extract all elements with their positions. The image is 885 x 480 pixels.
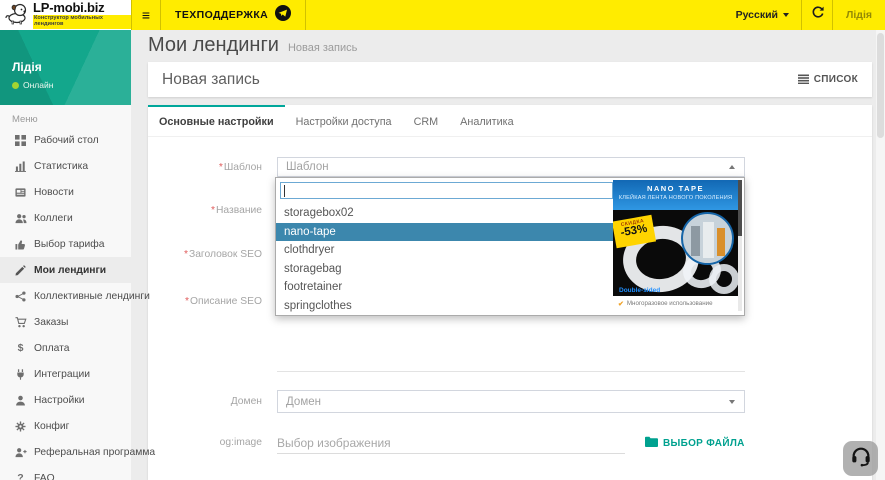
gear-icon	[13, 421, 28, 432]
online-status-dot	[12, 82, 19, 89]
breadcrumb: Новая запись	[288, 42, 357, 54]
text-cursor	[284, 185, 285, 197]
seo-title-field-label: *Заголовок SEO	[148, 249, 262, 260]
language-selector[interactable]: Русский	[724, 0, 801, 30]
sidebar-toggle-button[interactable]: ≡	[132, 0, 160, 30]
topbar-username[interactable]: Лідія	[833, 0, 885, 30]
template-option[interactable]: storagebox02	[276, 204, 613, 223]
sidebar-item-payment[interactable]: $ Оплата	[0, 335, 131, 361]
template-option[interactable]: clothdryer	[276, 241, 613, 260]
template-option[interactable]: springclothes	[276, 297, 613, 315]
page-scrollbar-thumb[interactable]	[877, 33, 884, 138]
template-preview-image: NANO TAPE КЛЕЙКАЯ ЛЕНТА НОВОГО ПОКОЛЕНИЯ	[613, 180, 738, 311]
dashboard-icon	[13, 135, 28, 146]
sidebar-user-name: Лідія	[12, 60, 131, 74]
support-label: ТЕХПОДДЕРЖКА	[175, 9, 268, 21]
folder-icon	[645, 434, 658, 452]
plug-icon	[13, 369, 28, 380]
online-status-label: Онлайн	[23, 80, 53, 90]
ogimage-field-label: og:image	[148, 437, 262, 448]
logo[interactable]: LP-mobi.biz Конструктор мобильных лендин…	[0, 0, 131, 30]
template-option[interactable]: footretainer	[276, 278, 613, 297]
ogimage-input[interactable]: Выбор изображения	[277, 432, 625, 454]
record-form-card: Основные настройки Настройки доступа CRM…	[148, 105, 872, 480]
preview-feature-text: Многоразовое использование	[627, 300, 713, 307]
preview-scrollbar-thumb[interactable]	[738, 180, 742, 236]
choose-file-button[interactable]: ВЫБОР ФАЙЛА	[645, 434, 745, 452]
caret-up-icon	[729, 165, 735, 169]
template-preview: NANO TAPE КЛЕЙКАЯ ЛЕНТА НОВОГО ПОКОЛЕНИЯ	[613, 180, 742, 311]
sidebar-item-colleagues[interactable]: Коллеги	[0, 205, 131, 231]
person-plus-icon	[13, 447, 28, 458]
stats-icon	[13, 161, 28, 172]
logo-subtitle: Конструктор мобильных лендингов	[33, 15, 131, 28]
sidebar-item-dashboard[interactable]: Рабочий стол	[0, 127, 131, 153]
refresh-button[interactable]	[802, 0, 832, 30]
template-option-list: storagebox02 nano-tape clothdryer storag…	[276, 204, 613, 315]
page-header: Мои лендинги Новая запись	[148, 34, 357, 57]
dollar-icon: $	[13, 342, 28, 354]
headset-icon	[850, 445, 872, 472]
person-icon	[13, 395, 28, 406]
sidebar-item-settings[interactable]: Настройки	[0, 387, 131, 413]
list-icon	[798, 71, 809, 89]
preview-product-subtitle: КЛЕЙКАЯ ЛЕНТА НОВОГО ПОКОЛЕНИЯ	[613, 195, 738, 201]
chevron-down-icon	[783, 13, 789, 17]
name-field-label: *Название	[148, 205, 262, 216]
seo-description-input-underline[interactable]	[277, 371, 745, 372]
template-field-label: *Шаблон	[148, 162, 262, 173]
template-dropdown-panel: storagebox02 nano-tape clothdryer storag…	[275, 177, 745, 316]
sidebar-item-news[interactable]: Новости	[0, 179, 131, 205]
share-icon	[13, 291, 28, 302]
record-title: Новая запись	[162, 71, 260, 89]
preview-scrollbar[interactable]	[738, 180, 742, 311]
pencil-icon	[13, 265, 28, 276]
template-search-input[interactable]	[280, 182, 613, 199]
preview-product-title: NANO TAPE	[613, 184, 738, 193]
sidebar-item-integrations[interactable]: Интеграции	[0, 361, 131, 387]
support-chat-widget[interactable]	[843, 441, 878, 476]
menu-section-label: Меню	[12, 114, 131, 125]
refresh-icon	[811, 6, 824, 24]
seo-description-field-label: *Описание SEO	[148, 296, 262, 307]
domain-field-label: Домен	[148, 396, 262, 407]
preview-caption: Double-sided	[619, 287, 660, 294]
page-scrollbar[interactable]	[876, 30, 885, 480]
template-select[interactable]: Шаблон	[277, 157, 745, 177]
sidebar-item-landings[interactable]: Мои лендинги	[0, 257, 131, 283]
sidebar-item-tariff[interactable]: Выбор тарифа	[0, 231, 131, 257]
template-option[interactable]: storagebag	[276, 260, 613, 279]
lp-mobi-admin-screen: LP-mobi.biz Конструктор мобильных лендин…	[0, 0, 885, 480]
telegram-icon	[275, 5, 291, 26]
sidebar: Лідія Онлайн Меню Рабочий стол Статистик…	[0, 30, 131, 480]
support-button[interactable]: ТЕХПОДДЕРЖКА	[161, 0, 305, 30]
news-icon	[13, 187, 28, 198]
preview-inset-photo	[681, 212, 734, 265]
language-label: Русский	[736, 9, 778, 21]
cart-icon	[13, 317, 28, 328]
dog-logo-icon	[4, 1, 30, 30]
tape-roll-graphic	[709, 264, 738, 294]
record-header-card: Новая запись СПИСОК	[148, 62, 872, 97]
topbar: ≡ ТЕХПОДДЕРЖКА Русский	[131, 0, 885, 30]
sidebar-item-faq[interactable]: ? FAQ	[0, 465, 131, 480]
question-icon: ?	[13, 472, 28, 480]
thumb-up-icon	[13, 239, 28, 250]
list-button[interactable]: СПИСОК	[798, 71, 858, 89]
sidebar-item-collective[interactable]: Коллективные лендинги	[0, 283, 131, 309]
check-icon: ✔	[618, 300, 624, 308]
sidebar-item-stats[interactable]: Статистика	[0, 153, 131, 179]
record-form: *Шаблон *Название *Заголовок SEO *Описан…	[148, 105, 872, 480]
colleagues-icon	[13, 213, 28, 224]
sidebar-item-config[interactable]: Конфиг	[0, 413, 131, 439]
template-option-highlighted[interactable]: nano-tape	[276, 223, 613, 242]
page-title: Мои лендинги	[148, 34, 279, 57]
domain-select[interactable]: Домен	[277, 390, 745, 413]
sidebar-item-referral[interactable]: Реферальная программа	[0, 439, 131, 465]
sidebar-user-panel: Лідія Онлайн	[0, 30, 131, 105]
caret-down-icon	[729, 400, 735, 404]
sidebar-item-orders[interactable]: Заказы	[0, 309, 131, 335]
logo-title: LP-mobi.biz	[33, 1, 131, 14]
